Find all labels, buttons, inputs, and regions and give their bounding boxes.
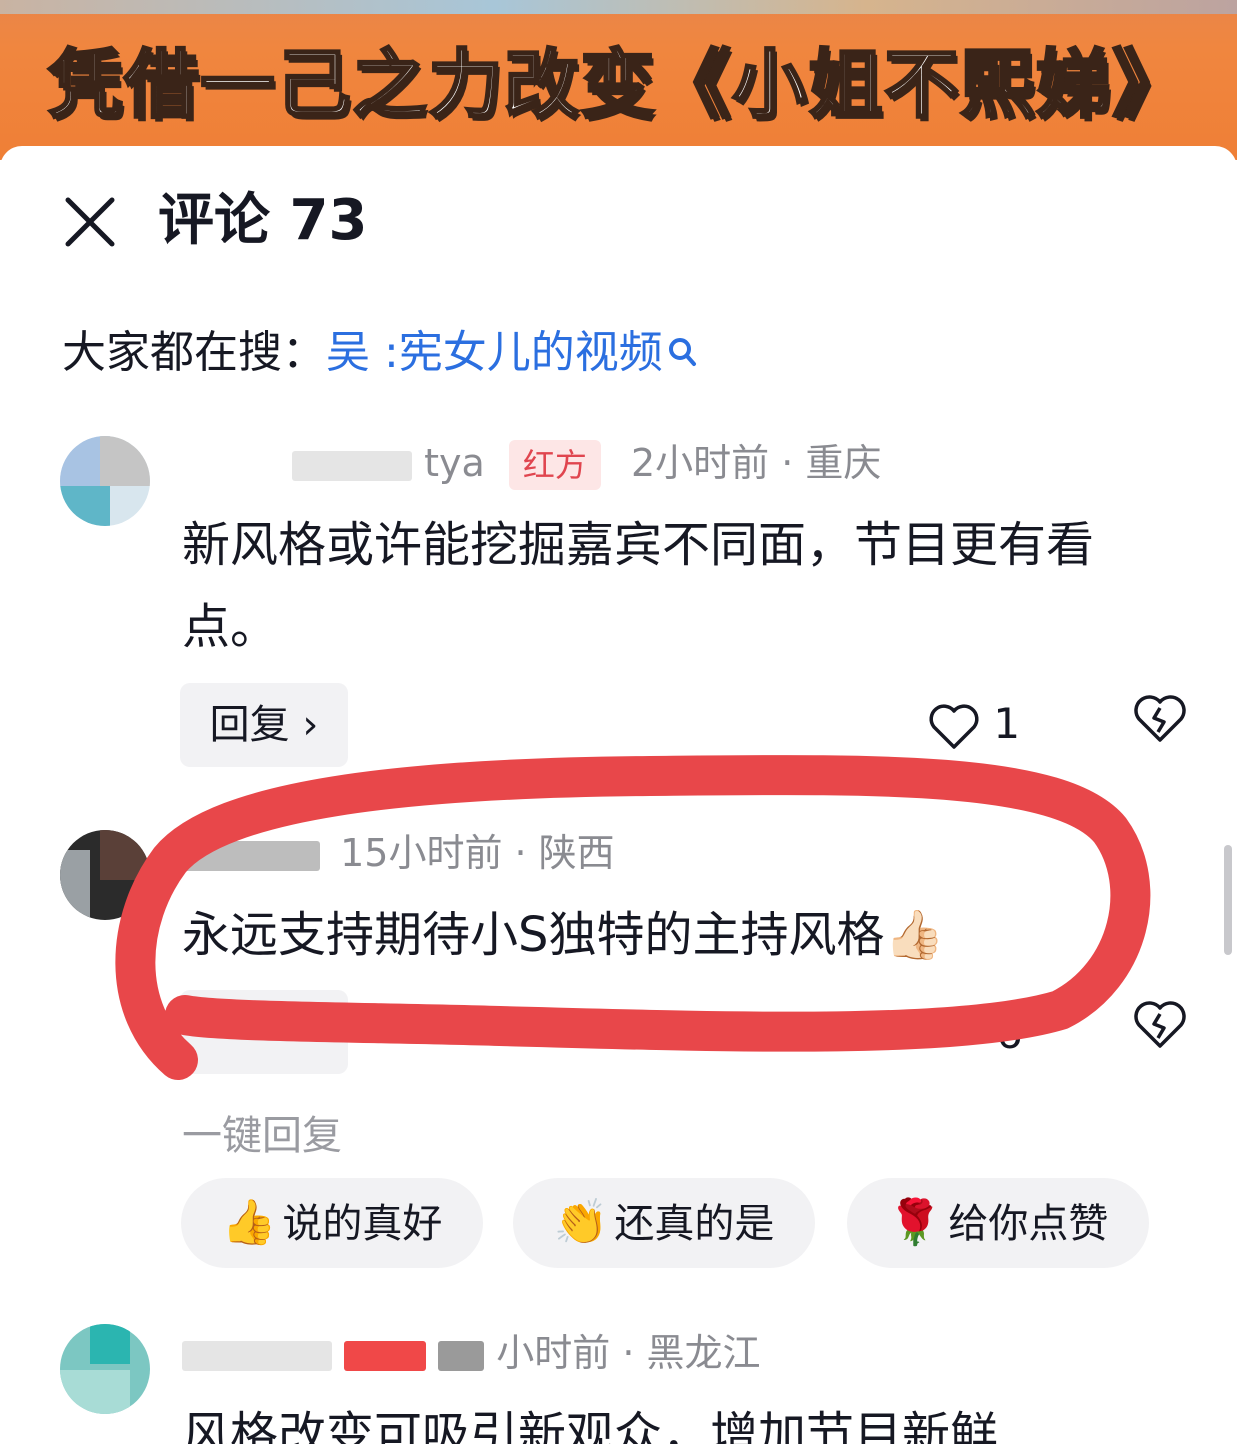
avatar[interactable] [60,1324,150,1414]
redacted-username [180,840,320,871]
reply-button[interactable]: 回复 › [180,683,348,767]
avatar[interactable] [60,436,150,526]
avatar[interactable] [60,830,150,920]
reply-label: 回复 [209,702,290,748]
comment-text: 风格改变可吸引新观众，增加节目新鲜 [182,1407,999,1444]
close-icon[interactable] [62,194,118,250]
chip-label: 给你点赞 [948,1201,1109,1247]
team-tag: 红方 [508,440,601,490]
quick-reply-chip[interactable]: 🌹 给你点赞 [847,1178,1149,1268]
broken-heart-icon [1134,695,1186,742]
comment-meta: tya 红方 2小时前 · 重庆 [292,438,881,490]
trending-search[interactable]: 大家都在搜：吴 :宪女儿的视频 [62,322,697,388]
heart-icon [929,703,979,749]
comment-text: 永远支持期待小S独特的主持风格👍🏻 [182,907,945,963]
redacted-text [438,1340,485,1371]
username-tail[interactable]: tya [424,441,485,485]
trending-search-prefix: 大家都在搜： [62,327,326,378]
like-count: 1 [993,699,1021,748]
redacted-tag [344,1340,427,1371]
comment-time-location: 小时前 · 黑龙江 [496,1331,761,1375]
video-banner: 凭借一己之力改变《小姐不熙娣》 [0,0,1237,160]
quick-reply-label: 一键回复 [182,1113,342,1159]
redacted-username [182,1340,332,1371]
video-preview-strip [0,0,1237,14]
rose-icon: 🌹 [887,1197,943,1248]
comment-time-location: 2小时前 · 重庆 [630,441,882,485]
chip-label: 说的真好 [282,1201,443,1247]
clap-icon: 👏 [553,1197,609,1248]
banner-title: 凭借一己之力改变《小姐不熙娣》 [47,41,1189,130]
dislike-button[interactable] [1132,694,1188,762]
broken-heart-icon [1134,1001,1186,1048]
comment-text: 新风格或许能挖掘嘉宾不同面，节目更有看点。 [182,517,1095,655]
quick-reply-chip[interactable]: 👍 说的真好 [181,1178,483,1268]
redacted-username [292,450,412,481]
like-button[interactable]: 1 [928,694,1020,754]
search-icon[interactable] [667,326,697,388]
dislike-button[interactable] [1132,1000,1188,1068]
comment-time-location: 15小时前 · 陕西 [340,831,615,875]
scrollbar[interactable] [1224,845,1232,955]
chip-label: 还真的是 [614,1201,775,1247]
trending-search-term[interactable]: 吴 :宪女儿的视频 [326,327,663,378]
comments-title: 评论 73 [158,188,368,253]
like-button[interactable]: 6 [996,1004,1023,1064]
comment-meta: 小时前 · 黑龙江 [182,1328,761,1378]
reply-button[interactable] [180,990,348,1074]
like-count: 6 [996,1009,1023,1058]
thumbs-up-icon: 👍 [221,1197,277,1248]
comment-meta: 15小时前 · 陕西 [180,828,615,878]
quick-reply-chip[interactable]: 👏 还真的是 [513,1178,815,1268]
